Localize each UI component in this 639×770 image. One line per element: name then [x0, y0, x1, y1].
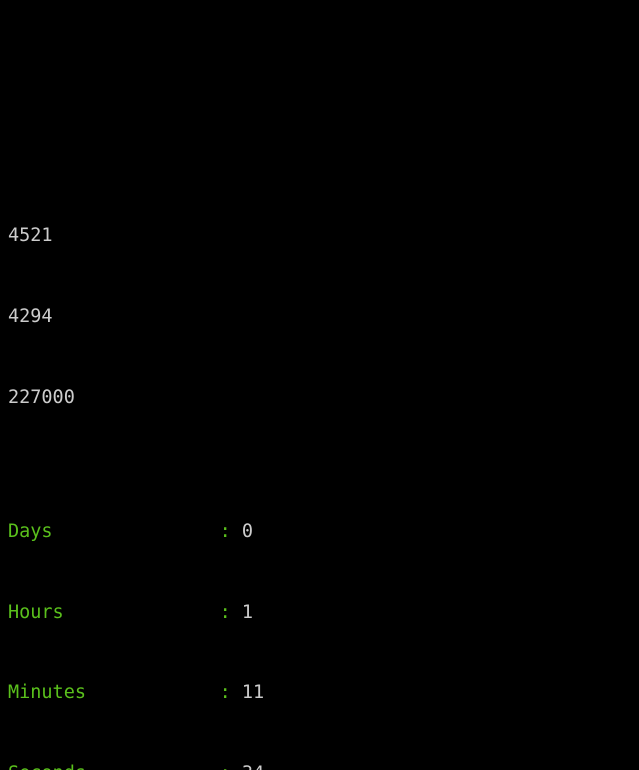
terminal-screen: 4521 4294 227000 Days : 0 Hours : 1 Minu…: [8, 0, 442, 770]
terminal-window[interactable]: 4521 4294 227000 Days : 0 Hours : 1 Minu…: [0, 0, 639, 770]
output-value-line: 4521: [8, 225, 53, 247]
row-separator: :: [219, 682, 231, 704]
row-separator: :: [219, 601, 231, 623]
row-separator: :: [220, 763, 231, 770]
output-value-line: 4294: [8, 305, 53, 327]
table-row: Minutes : 11: [8, 680, 442, 707]
row-value: 11: [230, 682, 265, 704]
table-row: Seconds : 34: [8, 761, 442, 770]
row-label: Days: [8, 521, 220, 543]
output-value-line: 227000: [8, 386, 75, 408]
row-label: Seconds: [8, 763, 220, 770]
row-label: Hours: [8, 601, 220, 623]
row-value: 0: [230, 521, 254, 543]
clipped-top-line: [8, 89, 442, 116]
row-value: 1: [230, 601, 254, 623]
row-value: 34: [231, 763, 264, 770]
table-row: Hours : 1: [8, 600, 442, 627]
table-row: Days : 0: [8, 519, 442, 546]
row-label: Minutes: [8, 682, 220, 704]
row-separator: :: [219, 521, 231, 543]
